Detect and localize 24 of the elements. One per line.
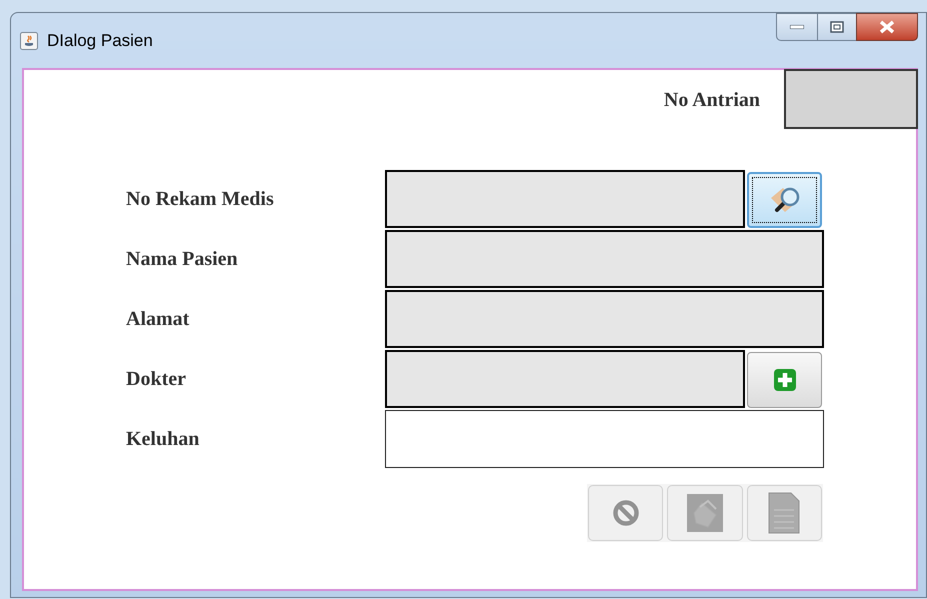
field-label: Dokter (126, 367, 186, 392)
java-cup-icon (20, 32, 38, 50)
field-label: Alamat (126, 307, 190, 332)
restore-icon (830, 21, 844, 33)
maximize-button[interactable] (818, 13, 856, 41)
add-button[interactable] (747, 352, 822, 408)
text-field[interactable] (385, 230, 824, 288)
search-button[interactable] (747, 172, 822, 228)
document-icon (768, 492, 800, 534)
minimize-button[interactable] (776, 13, 818, 41)
minimize-icon (790, 25, 804, 29)
prohibited-icon (612, 499, 640, 527)
window-title: DIalog Pasien (47, 30, 153, 52)
field-label: Keluhan (126, 427, 200, 452)
plus-icon (772, 368, 796, 392)
queue-label: No Antrian (664, 88, 760, 113)
text-field[interactable] (385, 290, 824, 348)
close-button[interactable] (856, 13, 918, 41)
close-icon (879, 20, 895, 34)
text-field[interactable] (385, 350, 745, 408)
text-field[interactable] (385, 170, 745, 228)
field-label: Nama Pasien (126, 247, 238, 272)
field-label: No Rekam Medis (126, 187, 274, 212)
text-field[interactable] (385, 410, 824, 468)
